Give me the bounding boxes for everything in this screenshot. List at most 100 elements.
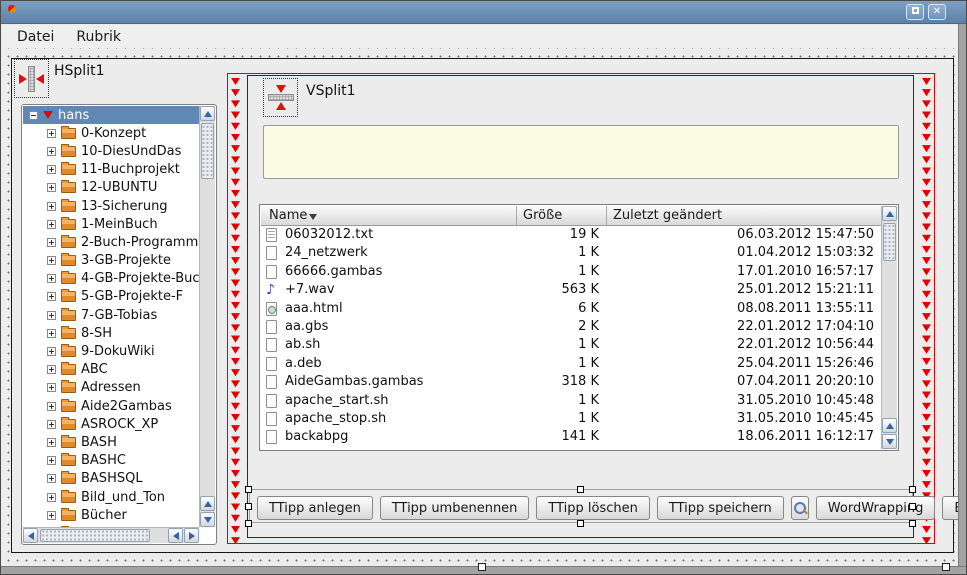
ttipp-button[interactable]: TTipp umbenennen bbox=[380, 496, 530, 520]
expand-expander-icon[interactable] bbox=[47, 274, 56, 283]
search-button[interactable] bbox=[791, 496, 809, 520]
form-resize-handle-bottom[interactable] bbox=[478, 563, 486, 571]
tree-horizontal-scrollbar[interactable] bbox=[23, 527, 199, 543]
tree-item[interactable]: 9-DokuWiki bbox=[23, 342, 199, 360]
scroll-up-button[interactable] bbox=[200, 106, 215, 121]
resize-handle[interactable] bbox=[245, 486, 252, 493]
tree-item[interactable]: 7-GB-Tobias bbox=[23, 306, 199, 324]
tree-hscroll-thumb[interactable] bbox=[40, 529, 150, 542]
resize-handle[interactable] bbox=[245, 503, 252, 510]
tree-item[interactable]: BASHC bbox=[23, 452, 199, 470]
expand-expander-icon[interactable] bbox=[47, 511, 56, 520]
file-list[interactable]: Name Größe Zuletzt geändert 06032012.txt… bbox=[259, 204, 899, 451]
expand-expander-icon[interactable] bbox=[47, 456, 56, 465]
expand-expander-icon[interactable] bbox=[47, 329, 56, 338]
tree-item[interactable]: 5-GB-Projekte-F bbox=[23, 288, 199, 306]
file-row[interactable]: AideGambas.gambas 318 K 07.04.2011 20:20… bbox=[261, 373, 880, 391]
scroll-left-button-2[interactable] bbox=[168, 528, 183, 543]
menu-rubrik[interactable]: Rubrik bbox=[67, 27, 130, 47]
tree-vertical-scrollbar[interactable] bbox=[199, 106, 215, 527]
tree-item[interactable]: 13-Sicherung bbox=[23, 197, 199, 215]
scroll-down-button[interactable] bbox=[882, 434, 897, 449]
ttipp-button[interactable]: TTipp anlegen bbox=[257, 496, 373, 520]
file-list-scroll-thumb[interactable] bbox=[883, 223, 896, 261]
expand-expander-icon[interactable] bbox=[47, 220, 56, 229]
resize-handle[interactable] bbox=[577, 486, 584, 493]
expand-expander-icon[interactable] bbox=[47, 292, 56, 301]
tree-item[interactable]: 4-GB-Projekte-Buch bbox=[23, 270, 199, 288]
action-button[interactable]: WordWrapping bbox=[816, 496, 936, 520]
tree-item[interactable]: 12-UBUNTU bbox=[23, 179, 199, 197]
tooltip-text-area[interactable] bbox=[263, 125, 899, 179]
file-row[interactable]: apache_stop.sh 1 K 31.05.2010 10:45:45 bbox=[261, 410, 880, 428]
file-row[interactable]: backabpg 141 K 18.06.2011 16:12:17 bbox=[261, 428, 880, 446]
tree-item[interactable]: 2-Buch-Programme bbox=[23, 233, 199, 251]
close-button[interactable]: ✕ bbox=[928, 4, 946, 20]
tree-scroll-thumb[interactable] bbox=[201, 123, 214, 179]
expand-expander-icon[interactable] bbox=[47, 202, 56, 211]
file-row[interactable]: ♪ +7.wav 563 K 25.01.2012 15:21:11 bbox=[261, 281, 880, 299]
tree-item[interactable]: Adressen bbox=[23, 379, 199, 397]
file-row[interactable]: ab.sh 1 K 22.01.2012 10:56:44 bbox=[261, 336, 880, 354]
expand-expander-icon[interactable] bbox=[47, 420, 56, 429]
file-list-scrollbar[interactable] bbox=[881, 206, 897, 449]
resize-handle[interactable] bbox=[577, 520, 584, 527]
tree-item[interactable]: ASROCK_XP bbox=[23, 415, 199, 433]
ttipp-button[interactable]: TTipp speichern bbox=[657, 496, 784, 520]
ttipp-button[interactable]: TTipp löschen bbox=[536, 496, 649, 520]
file-row[interactable]: 66666.gambas 1 K 17.01.2010 16:57:17 bbox=[261, 263, 880, 281]
file-row[interactable]: aa.gbs 2 K 22.01.2012 17:04:10 bbox=[261, 318, 880, 336]
expand-expander-icon[interactable] bbox=[47, 147, 56, 156]
resize-handle[interactable] bbox=[909, 486, 916, 493]
resize-handle[interactable] bbox=[909, 520, 916, 527]
tree-item[interactable]: BASHSQL bbox=[23, 470, 199, 488]
file-row[interactable]: aaa.html 6 K 08.08.2011 13:55:11 bbox=[261, 300, 880, 318]
expand-expander-icon[interactable] bbox=[47, 256, 56, 265]
tree-item[interactable]: Bild_und_Ton bbox=[23, 488, 199, 506]
file-row[interactable]: 06032012.txt 19 K 06.03.2012 15:47:50 bbox=[261, 226, 880, 244]
tree-item[interactable]: ABC bbox=[23, 361, 199, 379]
collapse-expander-icon[interactable] bbox=[29, 111, 38, 120]
tree-root-row[interactable]: hans bbox=[23, 106, 199, 124]
file-row[interactable]: apache_start.sh 1 K 31.05.2010 10:45:48 bbox=[261, 392, 880, 410]
maximize-button[interactable] bbox=[906, 4, 924, 20]
form-resize-handle-corner[interactable] bbox=[942, 563, 950, 571]
tree-item[interactable]: Aide2Gambas bbox=[23, 397, 199, 415]
tree-item[interactable]: 11-Buchprojekt bbox=[23, 161, 199, 179]
resize-handle[interactable] bbox=[245, 520, 252, 527]
scroll-left-button[interactable] bbox=[23, 528, 38, 543]
expand-expander-icon[interactable] bbox=[47, 365, 56, 374]
folder-tree[interactable]: hans 0-Konzept 10-DiesUndDas bbox=[21, 104, 217, 545]
scroll-up-button-2[interactable] bbox=[882, 418, 897, 433]
column-header-name[interactable]: Name bbox=[269, 208, 307, 223]
expand-expander-icon[interactable] bbox=[47, 347, 56, 356]
expand-expander-icon[interactable] bbox=[47, 493, 56, 502]
scroll-down-button[interactable] bbox=[200, 512, 215, 527]
menu-datei[interactable]: Datei bbox=[8, 27, 63, 47]
file-row[interactable]: 24_netzwerk 1 K 01.04.2012 15:03:32 bbox=[261, 244, 880, 262]
resize-handle[interactable] bbox=[909, 503, 916, 510]
scroll-right-button[interactable] bbox=[184, 528, 199, 543]
expand-expander-icon[interactable] bbox=[47, 311, 56, 320]
tree-item[interactable]: 8-SH bbox=[23, 324, 199, 342]
expand-expander-icon[interactable] bbox=[47, 383, 56, 392]
scroll-up-button-2[interactable] bbox=[200, 496, 215, 511]
tree-item[interactable]: 0-Konzept bbox=[23, 124, 199, 142]
column-header-modified[interactable]: Zuletzt geändert bbox=[613, 208, 722, 223]
tree-item[interactable]: BASH bbox=[23, 433, 199, 451]
tree-item[interactable]: 1-MeinBuch bbox=[23, 215, 199, 233]
expand-expander-icon[interactable] bbox=[47, 474, 56, 483]
expand-expander-icon[interactable] bbox=[47, 438, 56, 447]
column-header-size[interactable]: Größe bbox=[523, 208, 562, 223]
expand-expander-icon[interactable] bbox=[47, 402, 56, 411]
file-row[interactable]: a.deb 1 K 25.04.2011 15:26:46 bbox=[261, 355, 880, 373]
expand-expander-icon[interactable] bbox=[47, 183, 56, 192]
tree-item[interactable]: 10-DiesUndDas bbox=[23, 142, 199, 160]
tree-item[interactable]: Bücher bbox=[23, 506, 199, 524]
expand-expander-icon[interactable] bbox=[47, 238, 56, 247]
expand-expander-icon[interactable] bbox=[47, 129, 56, 138]
hsplit-drag-handle[interactable] bbox=[14, 59, 49, 98]
expand-expander-icon[interactable] bbox=[47, 165, 56, 174]
scroll-up-button[interactable] bbox=[882, 206, 897, 221]
vsplit-drag-handle[interactable] bbox=[263, 78, 298, 117]
